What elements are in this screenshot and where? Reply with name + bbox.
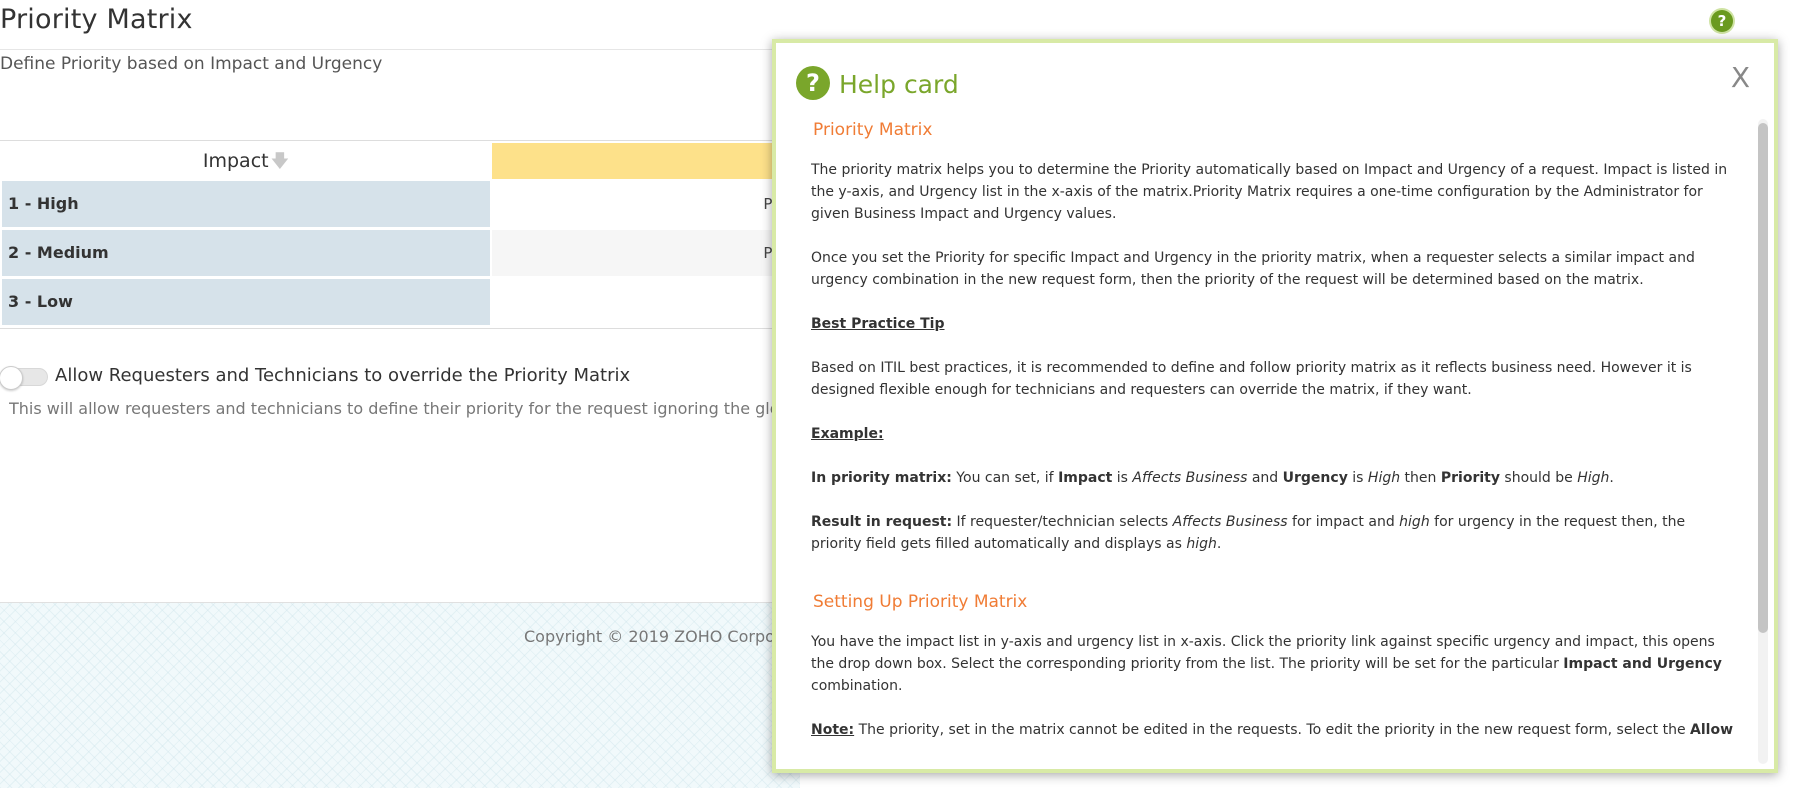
text: is — [1347, 470, 1368, 486]
section-heading: Setting Up Priority Matrix — [813, 592, 1028, 612]
section-heading: Priority Matrix — [813, 120, 933, 140]
text-bold: Allow — [1690, 722, 1734, 738]
matrix-row: 3 - Low — [0, 279, 800, 328]
text-italic: high — [1186, 536, 1217, 552]
help-icon[interactable]: ? — [1711, 10, 1733, 32]
help-paragraph: Once you set the Priority for specific I… — [811, 250, 1695, 288]
text: You can set, if — [951, 470, 1059, 486]
best-practice-heading: Best Practice Tip — [811, 316, 945, 332]
text-italic: High — [1577, 470, 1610, 486]
impact-header-label: Impact — [202, 150, 269, 172]
matrix-row: 1 - High P2 — [0, 181, 800, 230]
text: . — [1609, 470, 1614, 486]
override-hint: This will allow requesters and technicia… — [9, 399, 789, 418]
text-italic: high — [1399, 514, 1430, 530]
scrollbar-thumb[interactable] — [1758, 123, 1768, 633]
priority-cell-link[interactable]: P2 — [492, 181, 800, 227]
text-bold: Impact and Urgency — [1563, 656, 1722, 672]
impact-cell: 3 - Low — [2, 279, 490, 325]
close-button[interactable]: X — [1731, 61, 1750, 94]
impact-cell: 1 - High — [2, 181, 490, 227]
urgency-column-header — [492, 143, 800, 179]
example-request: Result in request: If requester/technici… — [811, 511, 1739, 555]
note-paragraph: Note: The priority, set in the matrix ca… — [811, 719, 1739, 741]
text: should be — [1499, 470, 1578, 486]
help-paragraph: You have the impact list in y-axis and u… — [811, 631, 1739, 697]
page-footer: Copyright © 2019 ZOHO Corporation — [0, 602, 822, 788]
text: . — [1216, 536, 1222, 552]
text: then — [1400, 470, 1441, 486]
matrix-row: 2 - Medium P4 — [0, 230, 800, 279]
example-label: In priority matrix: — [811, 470, 952, 486]
text-bold: Priority — [1440, 470, 1500, 486]
text-italic: Affects Business — [1132, 470, 1248, 486]
impact-column-header[interactable]: Impact 🡇 — [0, 141, 492, 181]
priority-cell-link[interactable]: P4 — [492, 230, 800, 276]
text-bold: Impact — [1058, 470, 1113, 486]
title-divider — [0, 49, 800, 50]
page-subtitle: Define Priority based on Impact and Urge… — [0, 54, 383, 74]
example-heading: Example: — [811, 426, 884, 442]
priority-cell-link[interactable] — [492, 279, 800, 325]
text-bold: Urgency — [1282, 470, 1348, 486]
text-italic: Affects Business — [1172, 514, 1288, 530]
text-italic: High — [1367, 470, 1401, 486]
text: The priority, set in the matrix cannot b… — [854, 722, 1691, 738]
matrix-header: Impact 🡇 — [0, 141, 800, 181]
help-paragraph: Based on ITIL best practices, it is reco… — [811, 360, 1692, 398]
toggle-knob — [0, 366, 23, 390]
help-paragraph: The priority matrix helps you to determi… — [811, 162, 1728, 222]
help-card-title: Help card — [839, 70, 959, 99]
help-icon: ? — [796, 66, 830, 100]
text: and — [1247, 470, 1283, 486]
override-toggle-label: Allow Requesters and Technicians to over… — [55, 365, 631, 386]
help-card: ? Help card X Priority Matrix The priori… — [772, 39, 1778, 773]
help-card-body[interactable]: Priority Matrix The priority matrix help… — [811, 119, 1739, 764]
text: is — [1112, 470, 1133, 486]
text: for impact and — [1287, 514, 1400, 530]
override-toggle[interactable] — [0, 366, 48, 390]
page-title: Priority Matrix — [0, 4, 193, 35]
example-matrix: In priority matrix: You can set, if Impa… — [811, 467, 1739, 489]
priority-matrix: Impact🡇 1 - High P2 2 - Medium P4 3 - Lo… — [0, 140, 800, 329]
impact-cell: 2 - Medium — [2, 230, 490, 276]
text: If requester/technician selects — [952, 514, 1173, 530]
note-label: Note: — [811, 722, 855, 738]
example-label: Result in request: — [811, 514, 953, 530]
sort-down-arrow-icon: 🡇 — [270, 151, 290, 172]
text: combination. — [811, 678, 903, 694]
